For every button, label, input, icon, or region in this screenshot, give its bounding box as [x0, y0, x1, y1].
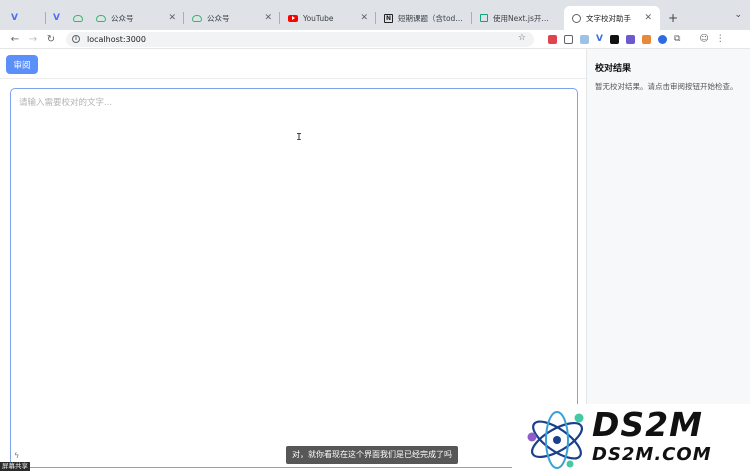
tab-title: 文字校对助手 [586, 13, 631, 23]
tab-notion[interactable]: N 短期课题（含todo li [376, 6, 472, 30]
v-icon: V [11, 13, 18, 23]
watermark-logo: DS2M DS2M.COM [512, 404, 750, 471]
results-empty-message: 暂无校对结果。请点击审阅按钮开始检查。 [595, 82, 738, 91]
chevron-down-icon[interactable]: ⌄ [734, 10, 742, 20]
tab-pinned-3[interactable] [68, 6, 88, 30]
profile-avatar-icon[interactable]: ☺ [699, 34, 708, 44]
tab-title: YouTube [303, 13, 334, 23]
extension-orange-icon[interactable] [641, 34, 651, 44]
video-subtitle: 对，就你看现在这个界面我们是已经完成了吗 [286, 446, 458, 464]
puzzle-icon[interactable]: ⧉ [674, 34, 680, 44]
tab-separator-dot [34, 6, 46, 30]
info-icon[interactable]: i [72, 35, 80, 43]
cloud-icon [73, 14, 83, 22]
forward-arrow-icon[interactable]: → [24, 34, 42, 45]
close-icon[interactable]: ✕ [168, 13, 176, 23]
extension-cloud-icon[interactable] [580, 34, 589, 44]
new-tab-button[interactable]: + [660, 6, 686, 30]
v-icon: V [53, 13, 60, 23]
extension-blue-icon[interactable] [657, 34, 667, 44]
menu-dots-icon[interactable]: ⋮ [716, 34, 725, 44]
globe-icon [572, 13, 581, 23]
bolt-icon: ϟ [14, 451, 20, 460]
url-text[interactable]: localhost:3000 [87, 35, 146, 44]
tab-proofread-assistant[interactable]: 文字校对助手 ✕ [564, 6, 660, 30]
tab-title: 短期课题（含todo li [398, 13, 464, 23]
logo-domain: DS2M.COM [592, 444, 712, 465]
extension-black-icon[interactable] [609, 34, 619, 44]
results-title: 校对结果 [595, 64, 632, 74]
tab-gongzhonghao-1[interactable]: 公众号 ✕ [88, 6, 184, 30]
main-panel: 审阅 I [0, 49, 586, 471]
extension-screenshot-icon[interactable] [564, 34, 573, 44]
youtube-icon [288, 14, 298, 22]
cloud-icon [96, 14, 106, 22]
tab-strip: V V 公众号 ✕ 公众号 ✕ YouTube ✕ N 短期课题（含todo l… [0, 0, 750, 30]
chatgpt-icon [480, 14, 488, 22]
extension-red-icon[interactable] [548, 34, 557, 44]
logo-wordmark: DS2M [592, 405, 703, 444]
tab-youtube[interactable]: YouTube ✕ [280, 6, 376, 30]
text-cursor-icon: I [296, 132, 303, 143]
action-bar: 审阅 [0, 49, 586, 79]
reload-icon[interactable]: ↻ [42, 34, 60, 45]
bookmark-star-icon[interactable]: ☆ [518, 33, 526, 43]
close-icon[interactable]: ✕ [264, 13, 272, 23]
extensions-bar: V ⧉ ☺ ⋮ [548, 34, 725, 44]
close-icon[interactable]: ✕ [360, 13, 368, 23]
proofread-input[interactable] [10, 88, 578, 468]
cloud-icon [192, 14, 202, 22]
tab-pinned-2[interactable]: V [46, 6, 68, 30]
close-icon[interactable]: ✕ [644, 13, 652, 23]
tab-title: 使用Next.js开发网站 [493, 13, 556, 23]
notion-icon: N [384, 13, 393, 23]
screen-share-label: 屏幕共享 [0, 462, 30, 471]
tab-title: 公众号 [111, 13, 134, 23]
review-button[interactable]: 审阅 [6, 55, 38, 74]
tab-gongzhonghao-2[interactable]: 公众号 ✕ [184, 6, 280, 30]
browser-toolbar: ← → ↻ i localhost:3000 ☆ V ⧉ ☺ ⋮ [0, 30, 750, 49]
tab-chatgpt[interactable]: 使用Next.js开发网站 [472, 6, 564, 30]
tab-pinned-1[interactable]: V [2, 6, 34, 30]
screen: V V 公众号 ✕ 公众号 ✕ YouTube ✕ N 短期课题（含todo l… [0, 0, 750, 471]
extension-v-icon[interactable]: V [596, 34, 603, 44]
tab-title: 公众号 [207, 13, 230, 23]
extension-purple-icon[interactable] [625, 34, 635, 44]
address-bar[interactable]: i localhost:3000 ☆ [66, 31, 534, 47]
back-arrow-icon[interactable]: ← [6, 34, 24, 45]
atom-logo-icon [527, 411, 584, 469]
